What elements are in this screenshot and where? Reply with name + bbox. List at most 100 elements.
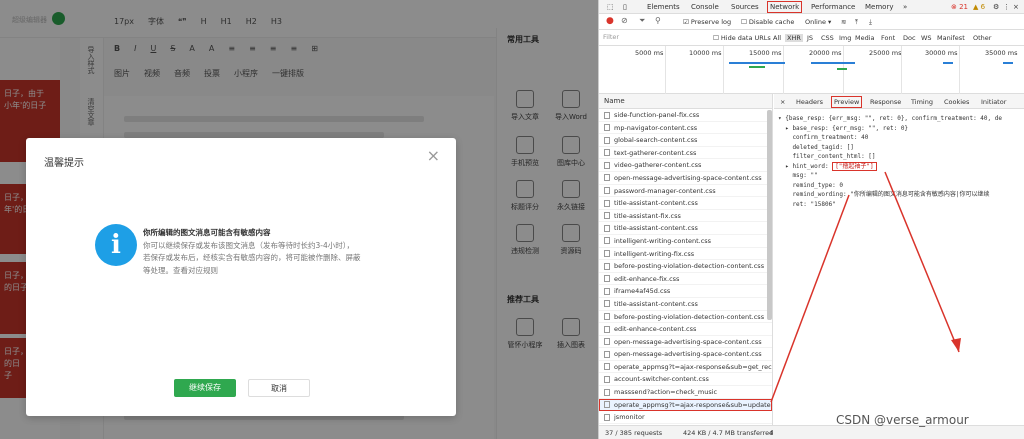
menu-icon[interactable]: ⋮ (1003, 3, 1010, 11)
request-row[interactable]: title-assistant-content.css (599, 222, 772, 235)
filter-all[interactable]: All (773, 34, 781, 42)
request-row[interactable]: open-message-advertising-space-content.c… (599, 172, 772, 185)
file-icon (604, 136, 610, 144)
detail-tabbar: × Headers Preview Response Timing Cookie… (774, 94, 1024, 109)
dialog-message-line: 若保存或发布后，经核实含有敏感内容的，将可能被作删除、屏蔽 (143, 253, 361, 262)
cancel-button[interactable]: 取消 (248, 379, 310, 397)
throttle-select[interactable]: Online ▾ (805, 18, 831, 26)
request-row[interactable]: open-message-advertising-space-content.c… (599, 336, 772, 349)
error-count-badge[interactable]: ⊗ 21 (951, 3, 968, 11)
wifi-icon[interactable]: ≋ (841, 18, 846, 26)
request-name: intelligent-writing-fix.css (614, 249, 695, 258)
close-devtools-icon[interactable]: × (1013, 3, 1019, 11)
dialog-message-line[interactable]: 等处理。查看对应规则 (143, 265, 433, 278)
request-row[interactable]: before-posting-violation-detection-conte… (599, 260, 772, 273)
inspect-icon[interactable]: ⬚ (607, 3, 614, 11)
hide-data-urls-checkbox[interactable]: ☐ Hide data URLs (713, 34, 771, 42)
request-row[interactable]: account-switcher-content.css (599, 373, 772, 387)
filter-ws[interactable]: WS (921, 34, 932, 42)
filter-bar: Filter ☐ Hide data URLs All XHR JS CSS I… (599, 30, 1024, 46)
request-row[interactable]: mp-navigator-content.css (599, 122, 772, 135)
filter-img[interactable]: Img (839, 34, 851, 42)
disable-cache-label: Disable cache (748, 18, 795, 26)
watermark: CSDN @verse_armour (836, 413, 969, 427)
request-rows: side-function-panel-fix.css mp-navigator-… (599, 109, 772, 424)
request-row[interactable]: intelligent-writing-content.css (599, 235, 772, 248)
request-row[interactable]: title-assistant-content.css (599, 197, 772, 210)
tab-cookies[interactable]: Cookies (944, 98, 969, 106)
request-row[interactable]: intelligent-writing-fix.css (599, 248, 772, 261)
name-column-header[interactable]: Name (599, 94, 772, 109)
request-row[interactable]: title-assistant-content.css (599, 298, 772, 311)
filter-other[interactable]: Other (973, 34, 991, 42)
tab-preview[interactable]: Preview (831, 96, 863, 108)
settings-icon[interactable]: ⚙ (993, 3, 999, 11)
request-row[interactable]: edit-enhance-content.css (599, 323, 772, 336)
request-row[interactable]: password-manager-content.css (599, 185, 772, 198)
timeline-gridline (783, 46, 784, 94)
request-row[interactable]: edit-enhance-fix.css (599, 273, 772, 286)
file-icon (604, 224, 610, 232)
tab-performance[interactable]: Performance (811, 3, 855, 11)
tab-headers[interactable]: Headers (796, 98, 823, 106)
request-row[interactable]: jsmonitor (599, 411, 772, 424)
request-row[interactable]: operate_appmsg?t=ajax-response&sub=updat… (599, 398, 772, 412)
filter-css[interactable]: CSS (821, 34, 834, 42)
request-row[interactable]: operate_appmsg?t=ajax-response&sub=get_r… (599, 361, 772, 374)
tab-network[interactable]: Network (767, 1, 803, 13)
json-preview[interactable]: ▾ {base_resp: {err_msg: "", ret: 0}, con… (778, 114, 1002, 209)
close-icon[interactable]: × (427, 148, 440, 164)
request-row[interactable]: text-gatherer-content.css (599, 147, 772, 160)
filter-doc[interactable]: Doc (903, 34, 916, 42)
request-row[interactable]: open-message-advertising-space-content.c… (599, 348, 772, 361)
tab-timing[interactable]: Timing (911, 98, 933, 106)
request-name: jsmonitor (614, 413, 645, 422)
search-icon[interactable]: ⚲ (655, 16, 661, 25)
file-icon (604, 287, 610, 295)
device-toggle-icon[interactable]: ▯ (623, 3, 627, 11)
tab-memory[interactable]: Memory (865, 3, 893, 11)
close-detail-icon[interactable]: × (780, 98, 785, 106)
request-row[interactable]: before-posting-violation-detection-conte… (599, 311, 772, 324)
json-line: ▾ {base_resp: {err_msg: "", ret: 0}, con… (778, 115, 1002, 122)
hint-word-value: ["撸起袖子"] (832, 161, 877, 171)
import-har-icon[interactable]: ⤒ (855, 18, 858, 27)
tab-elements[interactable]: Elements (647, 3, 680, 11)
filter-icon[interactable]: ⏷ (639, 16, 645, 26)
request-row[interactable]: video-gatherer-content.css (599, 159, 772, 172)
request-row[interactable]: title-assistant-fix.css (599, 210, 772, 223)
filter-media[interactable]: Media (855, 34, 875, 42)
preserve-log-checkbox[interactable]: ☑ Preserve log (683, 18, 731, 26)
tab-sources[interactable]: Sources (731, 3, 759, 11)
request-name: edit-enhance-content.css (614, 325, 697, 334)
file-icon (604, 250, 610, 258)
filter-input[interactable]: Filter (603, 33, 711, 43)
export-har-icon[interactable]: ⤓ (869, 18, 872, 27)
request-row[interactable]: global-search-content.css (599, 134, 772, 147)
filter-font[interactable]: Font (881, 34, 895, 42)
tab-console[interactable]: Console (691, 3, 719, 11)
request-name: password-manager-content.css (614, 186, 716, 195)
filter-manifest[interactable]: Manifest (937, 34, 965, 42)
clear-icon[interactable]: ⊘ (621, 16, 628, 25)
request-list-scrollbar[interactable] (767, 110, 772, 320)
more-tabs-icon[interactable]: » (903, 3, 907, 11)
filter-js[interactable]: JS (807, 34, 813, 42)
warning-dialog: 温馨提示 × i 你所编辑的图文消息可能含有敏感内容 你可以继续保存或发布该图文… (26, 138, 456, 416)
request-row[interactable]: iframe4af45d.css (599, 285, 772, 298)
file-icon (604, 187, 610, 195)
request-row[interactable]: masssend?action=check_music (599, 386, 772, 399)
request-row[interactable]: side-function-panel-fix.css (599, 109, 772, 122)
disable-cache-checkbox[interactable]: ☐ Disable cache (741, 18, 794, 26)
warning-count-badge[interactable]: ▲ 6 (973, 3, 985, 11)
record-icon[interactable]: ● (606, 16, 614, 26)
filter-xhr[interactable]: XHR (785, 34, 803, 42)
timeline-gridline (723, 46, 724, 94)
request-name: title-assistant-content.css (614, 299, 698, 308)
tab-response[interactable]: Response (870, 98, 901, 106)
tab-initiator[interactable]: Initiator (981, 98, 1006, 106)
timeline-bar (943, 62, 953, 64)
network-timeline[interactable]: 5000 ms 10000 ms 15000 ms 20000 ms 25000… (599, 46, 1024, 94)
json-line: deleted_tagid: [] (778, 143, 854, 151)
continue-save-button[interactable]: 继续保存 (174, 379, 236, 397)
